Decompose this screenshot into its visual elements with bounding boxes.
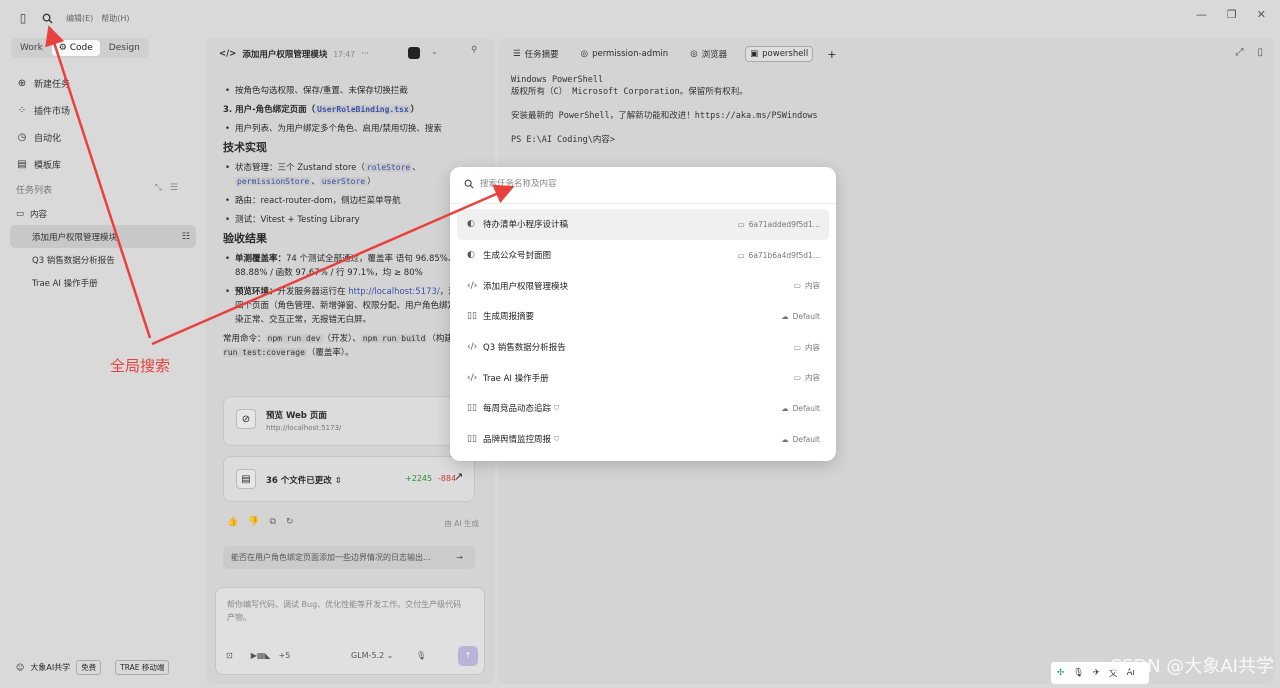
watermark: CSDN @大象AI共学 bbox=[1109, 656, 1274, 677]
ime-send-icon[interactable]: ✈ bbox=[1093, 668, 1100, 678]
annotation-label: 全局搜索 bbox=[110, 357, 171, 375]
arrow-to-search-icon bbox=[45, 25, 152, 339]
ime-mic-icon[interactable]: 🎙 bbox=[1073, 668, 1084, 678]
arrow-to-search-dialog bbox=[151, 184, 515, 346]
ime-logo-icon[interactable]: ✣ bbox=[1057, 668, 1064, 678]
annotation-arrows bbox=[45, 25, 515, 346]
